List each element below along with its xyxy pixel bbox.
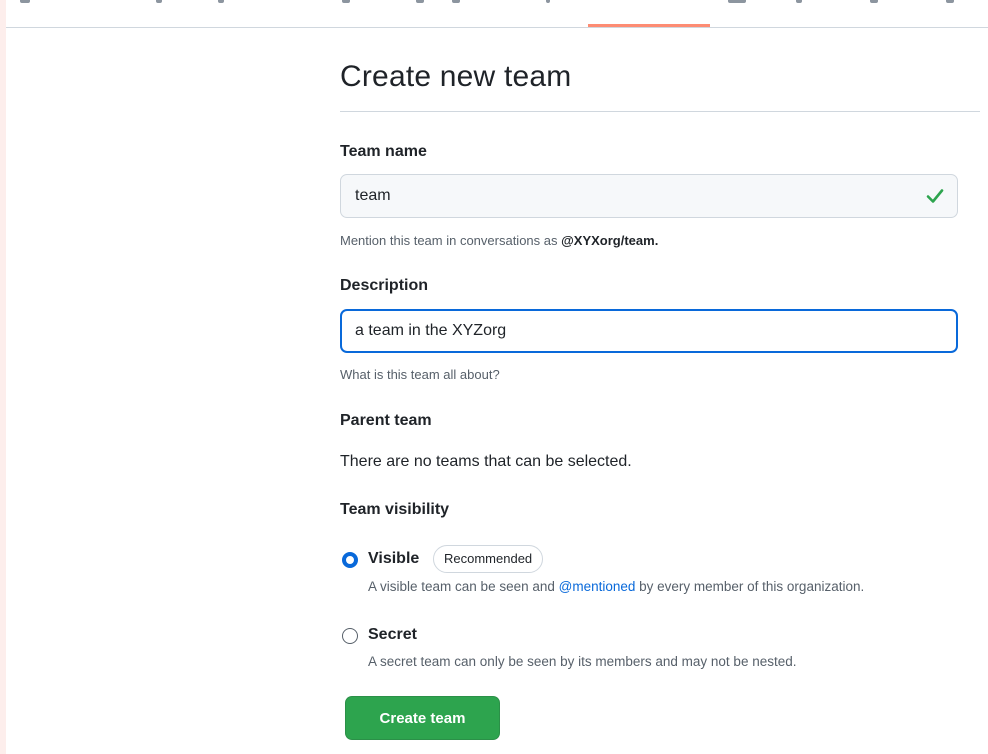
team-name-input[interactable] [340, 174, 958, 218]
mentioned-link[interactable]: @mentioned [559, 579, 636, 594]
team-name-hint: Mention this team in conversations as @X… [340, 233, 658, 248]
title-divider [340, 111, 980, 112]
team-name-label: Team name [340, 143, 427, 160]
team-mention-handle: @XYXorg/team. [561, 233, 659, 248]
description-input[interactable] [340, 309, 958, 353]
nav-fragment [416, 0, 424, 3]
nav-fragment [342, 0, 350, 3]
team-visibility-label: Team visibility [340, 501, 450, 518]
nav-fragment [218, 0, 224, 3]
nav-fragment [156, 0, 162, 3]
create-team-button[interactable]: Create team [345, 696, 500, 740]
nav-fragment [728, 0, 746, 3]
visible-option-description: A visible team can be seen and @mentione… [368, 579, 864, 594]
description-label: Description [340, 277, 429, 294]
nav-fragment [452, 0, 460, 3]
nav-fragment [796, 0, 802, 3]
visible-option-label[interactable]: Visible [368, 550, 419, 568]
secret-option-description: A secret team can only be seen by its me… [368, 654, 797, 669]
top-navigation-bar [6, 0, 988, 28]
description-hint: What is this team all about? [340, 367, 500, 382]
visible-desc-suffix: by every member of this organization. [635, 579, 865, 594]
team-name-hint-text: Mention this team in conversations as [340, 233, 562, 248]
nav-fragment [20, 0, 30, 3]
nav-fragment [946, 0, 954, 3]
secret-option-label[interactable]: Secret [368, 626, 417, 644]
selected-tab-indicator [588, 24, 710, 27]
nav-fragment [870, 0, 878, 3]
recommended-badge: Recommended [433, 545, 544, 573]
parent-team-message: There are no teams that can be selected. [340, 453, 632, 470]
parent-team-label: Parent team [340, 412, 432, 429]
page-frame: Create new team Team name Mention this t… [6, 0, 988, 754]
visible-desc-prefix: A visible team can be seen and [368, 579, 559, 594]
check-icon [926, 189, 944, 203]
page-title: Create new team [340, 60, 572, 93]
visible-radio[interactable] [342, 552, 358, 568]
nav-fragment [546, 0, 550, 3]
secret-radio[interactable] [342, 628, 358, 644]
